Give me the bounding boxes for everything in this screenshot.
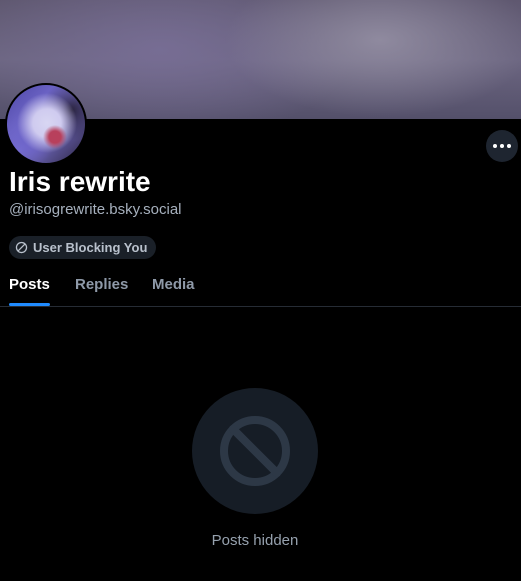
more-options-button[interactable] xyxy=(486,130,518,162)
tab-media[interactable]: Media xyxy=(152,268,195,306)
blocking-badge: User Blocking You xyxy=(9,236,157,259)
tab-posts[interactable]: Posts xyxy=(9,268,50,306)
posts-hidden-message: Posts hidden xyxy=(211,532,299,549)
blocking-badge-label: User Blocking You xyxy=(33,240,148,255)
block-icon xyxy=(220,416,290,486)
tab-replies[interactable]: Replies xyxy=(75,268,128,306)
posts-hidden-icon-container xyxy=(192,388,318,514)
avatar[interactable] xyxy=(5,83,87,165)
profile-tabs: Posts Replies Media xyxy=(0,268,521,307)
profile-handle: @irisogrewrite.bsky.social xyxy=(9,201,182,218)
profile-page: Iris rewrite @irisogrewrite.bsky.social … xyxy=(0,0,521,581)
display-name: Iris rewrite xyxy=(9,166,151,197)
active-tab-indicator xyxy=(9,303,50,306)
more-horizontal-icon xyxy=(493,144,511,148)
block-icon xyxy=(15,241,28,254)
